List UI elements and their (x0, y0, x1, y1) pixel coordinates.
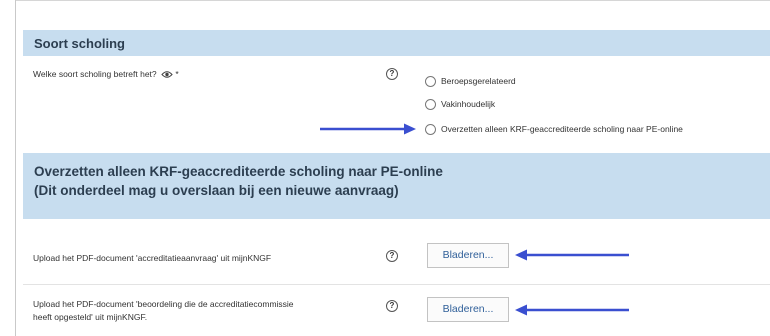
upload1-label: Upload het PDF-document 'accreditatieaan… (33, 253, 272, 263)
arrow-left-icon (515, 249, 629, 261)
section-title: Overzetten alleen KRF-geaccrediteerde sc… (34, 162, 443, 200)
arrow-left-icon (515, 304, 629, 316)
help-icon[interactable]: ? (386, 300, 398, 312)
section-header-overzetten: Overzetten alleen KRF-geaccrediteerde sc… (23, 153, 770, 219)
radio-button[interactable] (425, 123, 436, 135)
radio-option-vakinhoudelijk[interactable]: Vakinhoudelijk (425, 97, 495, 111)
help-icon[interactable]: ? (386, 68, 398, 80)
question-label-row: Welke soort scholing betreft het? * (33, 68, 179, 81)
help-glyph: ? (389, 69, 395, 78)
help-icon[interactable]: ? (386, 250, 398, 262)
frame-top-border (15, 0, 770, 1)
question-label: Welke soort scholing betreft het? (33, 69, 157, 79)
browse-button-upload1[interactable]: Bladeren... (427, 243, 509, 268)
radio-label: Overzetten alleen KRF-geaccrediteerde sc… (441, 124, 683, 134)
help-glyph: ? (389, 301, 395, 310)
section-title-line2: (Dit onderdeel mag u overslaan bij een n… (34, 183, 399, 198)
arrow-right-icon (320, 123, 416, 135)
upload2-label-line2: heeft opgesteld' uit mijnKNGF. (33, 312, 148, 322)
radio-option-overzetten[interactable]: Overzetten alleen KRF-geaccrediteerde sc… (425, 122, 683, 136)
upload2-label: Upload het PDF-document 'beoordeling die… (33, 298, 294, 324)
section-title-line1: Overzetten alleen KRF-geaccrediteerde sc… (34, 164, 443, 179)
radio-label: Beroepsgerelateerd (441, 76, 516, 86)
radio-button[interactable] (425, 75, 436, 87)
radio-label: Vakinhoudelijk (441, 99, 496, 109)
section-header-soort-scholing: Soort scholing (23, 30, 770, 56)
help-glyph: ? (389, 251, 395, 260)
eye-icon[interactable] (161, 70, 173, 79)
browse-button-upload2[interactable]: Bladeren... (427, 297, 509, 322)
row-separator (23, 284, 770, 285)
section-title: Soort scholing (34, 36, 125, 51)
frame-left-border (15, 0, 16, 336)
radio-option-beroepsgerelateerd[interactable]: Beroepsgerelateerd (425, 74, 516, 88)
required-mark: * (175, 69, 179, 79)
radio-button[interactable] (425, 98, 436, 110)
upload2-label-line1: Upload het PDF-document 'beoordeling die… (33, 299, 294, 309)
